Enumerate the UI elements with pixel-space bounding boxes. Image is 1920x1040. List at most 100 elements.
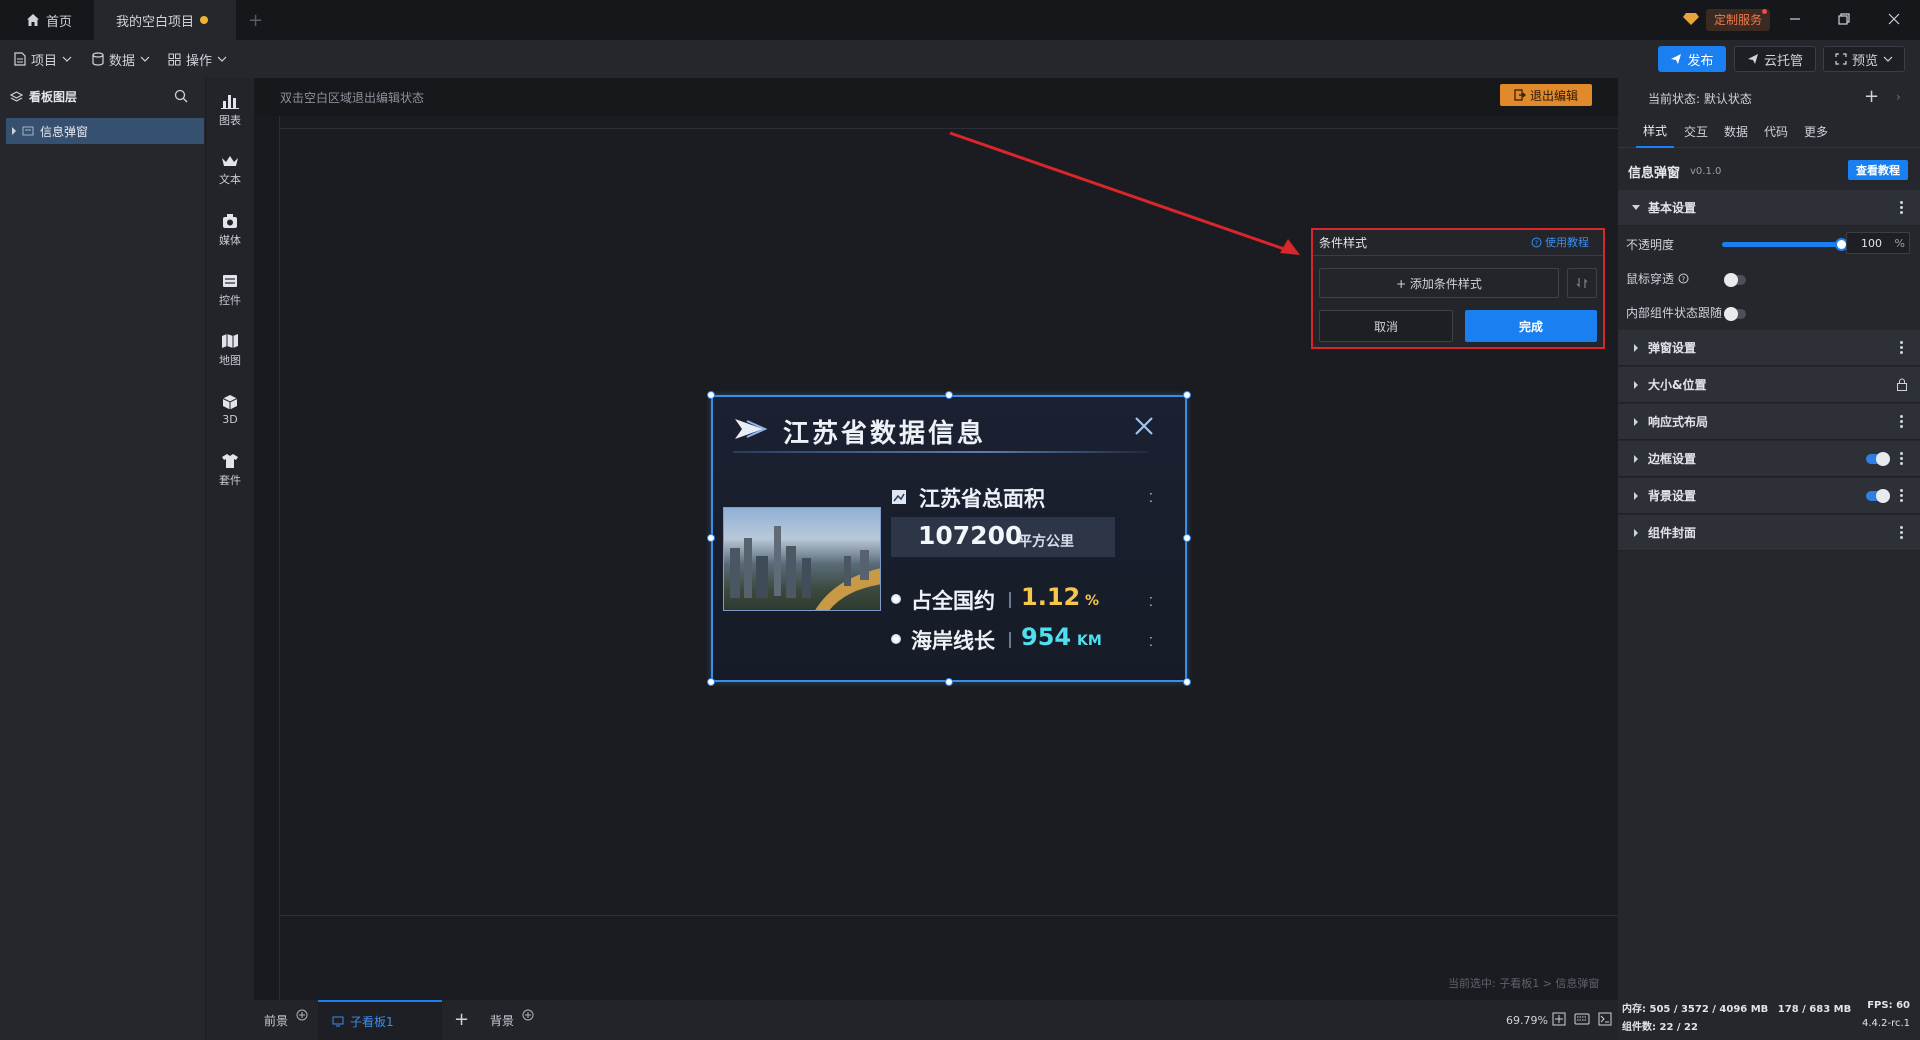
section-size-position[interactable]: 大小&位置	[1618, 367, 1920, 403]
memory-label: 内存:	[1622, 1004, 1646, 1015]
tab-code[interactable]: 代码	[1758, 114, 1794, 148]
add-circle-icon[interactable]	[522, 1009, 534, 1021]
tool-label: 文本	[219, 172, 241, 186]
notification-dot	[1762, 9, 1767, 14]
more-icon[interactable]	[1900, 526, 1903, 539]
layer-item-info-popup[interactable]: 信息弹窗	[6, 118, 204, 144]
resize-handle-se[interactable]	[1183, 678, 1191, 686]
tutorial-link[interactable]: ? 使用教程	[1531, 234, 1589, 250]
more-icon[interactable]	[1900, 341, 1903, 354]
chevron-right-icon[interactable]: ›	[1896, 90, 1901, 104]
collapse-caret-icon	[1632, 205, 1640, 210]
area-label: 江苏省总面积	[919, 487, 1045, 511]
more-icon[interactable]	[1900, 489, 1903, 502]
tab-background[interactable]: 背景	[490, 1000, 534, 1040]
import-condition-button[interactable]	[1567, 268, 1597, 298]
add-circle-icon[interactable]	[296, 1009, 308, 1021]
tab-interaction[interactable]: 交互	[1678, 114, 1714, 148]
view-tutorial-button[interactable]: 查看教程	[1848, 160, 1908, 180]
add-state-icon[interactable]: +	[1864, 86, 1879, 107]
layers-title: 看板图层	[29, 90, 78, 104]
exit-edit-button[interactable]: 退出编辑	[1500, 84, 1592, 106]
section-label: 基本设置	[1648, 201, 1697, 215]
minimize-icon[interactable]	[1788, 12, 1802, 26]
component-name: 信息弹窗	[1628, 166, 1681, 181]
component-toolbar: 图表 文本 媒体 控件 地图 3D 套件	[206, 78, 254, 1040]
section-responsive-layout[interactable]: 响应式布局	[1618, 404, 1920, 440]
resize-handle-e[interactable]	[1183, 534, 1191, 542]
grid-icon	[168, 53, 181, 66]
search-icon[interactable]	[174, 89, 188, 103]
tab-more[interactable]: 更多	[1798, 114, 1834, 148]
section-popup-settings[interactable]: 弹窗设置	[1618, 330, 1920, 366]
tab-project[interactable]: 我的空白项目	[94, 0, 236, 40]
mouse-through-toggle[interactable]	[1724, 273, 1746, 287]
cloud-hosting-button[interactable]: 云托管	[1734, 46, 1816, 72]
tab-foreground[interactable]: 前景	[264, 1000, 308, 1040]
more-icon[interactable]	[1900, 452, 1903, 465]
tool-text[interactable]: 文本	[206, 142, 254, 198]
close-icon[interactable]	[1133, 415, 1155, 437]
opacity-input[interactable]: 100 %	[1846, 232, 1910, 254]
section-background-settings[interactable]: 背景设置	[1618, 478, 1920, 514]
tool-chart[interactable]: 图表	[206, 82, 254, 138]
memory-value: 505 / 3572 / 4096 MB	[1649, 1004, 1769, 1015]
preview-button[interactable]: 预览	[1823, 46, 1905, 72]
more-icon[interactable]	[1900, 415, 1903, 428]
opacity-slider-fill	[1722, 242, 1842, 247]
add-tab-icon[interactable]: +	[248, 10, 263, 31]
tool-3d[interactable]: 3D	[206, 382, 254, 438]
current-state: 当前状态: 默认状态	[1648, 90, 1752, 107]
menu-project[interactable]: 项目	[14, 40, 72, 78]
section-label: 弹窗设置	[1648, 341, 1697, 355]
opacity-slider-track[interactable]	[1722, 242, 1842, 247]
expand-caret-icon	[1634, 454, 1638, 463]
inner-follow-toggle[interactable]	[1724, 307, 1746, 321]
section-border-settings[interactable]: 边框设置	[1618, 441, 1920, 477]
tool-suite[interactable]: 套件	[206, 442, 254, 498]
tool-control[interactable]: 控件	[206, 262, 254, 318]
tab-home[interactable]: 首页	[14, 0, 84, 40]
more-icon[interactable]	[1900, 201, 1903, 214]
fit-screen-icon[interactable]	[1552, 1012, 1566, 1026]
restore-icon[interactable]	[1837, 12, 1851, 26]
title-underline	[733, 451, 1149, 453]
close-window-icon[interactable]	[1887, 12, 1901, 26]
cancel-button[interactable]: 取消	[1319, 310, 1453, 342]
background-toggle[interactable]	[1866, 489, 1890, 503]
tab-style[interactable]: 样式	[1636, 114, 1674, 148]
expand-caret-icon[interactable]	[12, 127, 16, 135]
tool-map[interactable]: 地图	[206, 322, 254, 378]
resize-handle-ne[interactable]	[1183, 391, 1191, 399]
lock-icon[interactable]	[1896, 378, 1908, 391]
border-toggle[interactable]	[1866, 452, 1890, 466]
condition-style-popup: 条件样式 ? 使用教程 + 添加条件样式 取消 完成	[1311, 228, 1605, 349]
resize-handle-sw[interactable]	[707, 678, 715, 686]
info-popup-widget[interactable]: 江苏省数据信息 江苏省总面积 ⁚ 107200 平方公里 占全国约 1.12 %…	[711, 395, 1187, 682]
zoom-level[interactable]: 69.79%	[1506, 1014, 1548, 1027]
add-board-icon[interactable]: +	[454, 1009, 469, 1030]
popup-divider	[1313, 255, 1603, 256]
done-button[interactable]: 完成	[1465, 310, 1597, 342]
publish-button[interactable]: 发布	[1658, 46, 1726, 72]
top-ruler: 双击空白区域退出编辑状态 退出编辑	[254, 78, 1618, 116]
resize-handle-w[interactable]	[707, 534, 715, 542]
resize-handle-n[interactable]	[945, 391, 953, 399]
resize-handle-nw[interactable]	[707, 391, 715, 399]
bullet-icon	[891, 594, 901, 604]
section-basic-settings[interactable]: 基本设置	[1618, 190, 1920, 226]
keyboard-icon[interactable]	[1574, 1013, 1590, 1025]
city-skyline-icon	[730, 526, 880, 610]
tool-media[interactable]: 媒体	[206, 202, 254, 258]
menu-data[interactable]: 数据	[92, 40, 150, 78]
tab-data[interactable]: 数据	[1718, 114, 1754, 148]
terminal-icon[interactable]	[1598, 1012, 1612, 1026]
custom-service-button[interactable]: 定制服务	[1706, 9, 1771, 31]
section-component-cover[interactable]: 组件封面	[1618, 515, 1920, 551]
home-icon	[26, 13, 40, 27]
panel-tabs: 样式 交互 数据 代码 更多	[1618, 114, 1920, 148]
menu-operation[interactable]: 操作	[168, 40, 227, 78]
tab-subboard-1[interactable]: 子看板1	[318, 1000, 442, 1040]
add-condition-button[interactable]: + 添加条件样式	[1319, 268, 1559, 298]
resize-handle-s[interactable]	[945, 678, 953, 686]
